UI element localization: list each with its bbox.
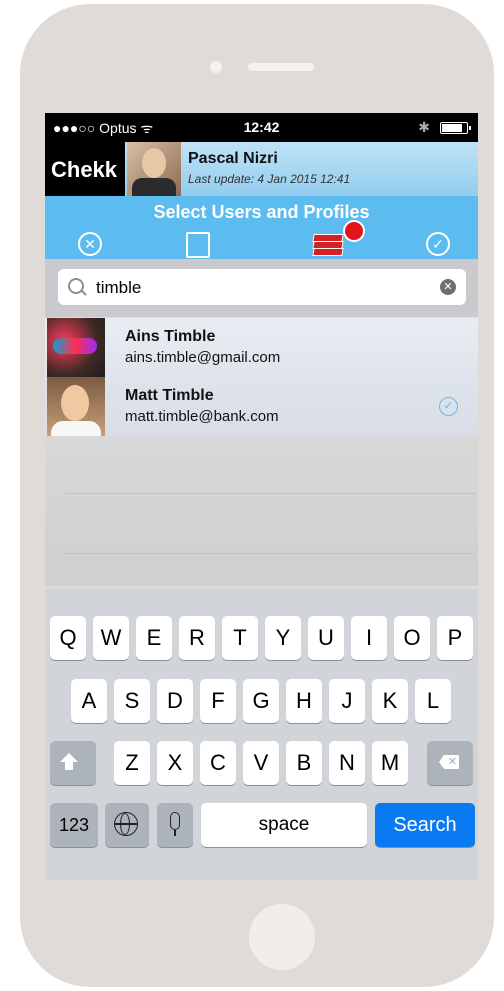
status-bar: ●●●○○ Optus ᯤ 12:42 ✱	[45, 113, 478, 142]
key-b[interactable]: B	[286, 741, 322, 785]
contact-name: Ains Timble	[125, 328, 216, 345]
key-g[interactable]: G	[243, 679, 279, 723]
clear-search-icon[interactable]: ✕	[440, 279, 456, 295]
contact-avatar	[47, 377, 105, 436]
shift-key[interactable]	[50, 741, 96, 785]
confirm-check-circle-icon[interactable]: ✓	[426, 232, 450, 256]
microphone-icon	[170, 812, 180, 836]
user-avatar[interactable]	[127, 142, 181, 196]
contact-row[interactable]: Matt Timble matt.timble@bank.com ✓	[45, 377, 478, 436]
keyboard: QWERTYUIOP ASDFGHJKL ZXCVBNM ✕ 123 space…	[45, 589, 478, 880]
key-t[interactable]: T	[222, 616, 258, 660]
search-query[interactable]: timble	[96, 278, 141, 298]
app-header: Chekk Pascal Nizri Last update: 4 Jan 20…	[45, 142, 478, 196]
contact-row[interactable]: Ains Timble ains.timble@gmail.com	[45, 318, 478, 377]
list-empty-area	[45, 436, 478, 586]
home-button[interactable]	[249, 904, 315, 970]
key-m[interactable]: M	[372, 741, 408, 785]
key-v[interactable]: V	[243, 741, 279, 785]
key-r[interactable]: R	[179, 616, 215, 660]
profiles-stack-icon[interactable]	[312, 234, 344, 256]
key-i[interactable]: I	[351, 616, 387, 660]
key-k[interactable]: K	[372, 679, 408, 723]
key-d[interactable]: D	[157, 679, 193, 723]
dictation-key[interactable]	[157, 803, 193, 847]
key-a[interactable]: A	[71, 679, 107, 723]
space-key[interactable]: space	[201, 803, 367, 847]
numbers-key[interactable]: 123	[50, 803, 98, 847]
chekk-logo: Chekk	[45, 142, 125, 196]
globe-key[interactable]	[105, 803, 149, 847]
selection-toolbar: Select Users and Profiles ✕ ✓	[45, 196, 478, 259]
key-e[interactable]: E	[136, 616, 172, 660]
globe-icon	[114, 812, 138, 836]
toolbar-title: Select Users and Profiles	[153, 202, 370, 222]
key-s[interactable]: S	[114, 679, 150, 723]
last-update: Last update: 4 Jan 2015 12:41	[188, 172, 351, 186]
contact-email: ains.timble@gmail.com	[125, 349, 281, 366]
key-h[interactable]: H	[286, 679, 322, 723]
key-z[interactable]: Z	[114, 741, 150, 785]
contact-avatar	[47, 318, 105, 377]
key-w[interactable]: W	[93, 616, 129, 660]
app-screen: ●●●○○ Optus ᯤ 12:42 ✱ Chekk Pascal Nizri…	[45, 113, 478, 880]
key-y[interactable]: Y	[265, 616, 301, 660]
bluetooth-icon: ✱	[418, 119, 430, 135]
key-j[interactable]: J	[329, 679, 365, 723]
key-u[interactable]: U	[308, 616, 344, 660]
search-input[interactable]: timble ✕	[58, 269, 466, 305]
search-bar: timble ✕	[45, 259, 478, 317]
contact-name: Matt Timble	[125, 387, 214, 404]
key-c[interactable]: C	[200, 741, 236, 785]
key-n[interactable]: N	[329, 741, 365, 785]
search-key[interactable]: Search	[375, 803, 475, 847]
key-p[interactable]: P	[437, 616, 473, 660]
cancel-circle-icon[interactable]: ✕	[78, 232, 102, 256]
contact-email: matt.timble@bank.com	[125, 408, 279, 425]
camera-dot	[210, 61, 222, 73]
clipboard-check-icon[interactable]	[186, 232, 210, 258]
key-q[interactable]: Q	[50, 616, 86, 660]
backspace-key[interactable]: ✕	[427, 741, 473, 785]
speaker-grille	[248, 63, 314, 71]
key-f[interactable]: F	[200, 679, 236, 723]
key-l[interactable]: L	[415, 679, 451, 723]
battery-icon	[440, 122, 471, 134]
clock: 12:42	[243, 119, 280, 135]
user-name: Pascal Nizri	[188, 150, 278, 167]
selected-check-icon[interactable]: ✓	[439, 397, 458, 416]
key-x[interactable]: X	[157, 741, 193, 785]
key-o[interactable]: O	[394, 616, 430, 660]
notification-badge	[343, 220, 365, 242]
search-icon	[68, 278, 84, 294]
